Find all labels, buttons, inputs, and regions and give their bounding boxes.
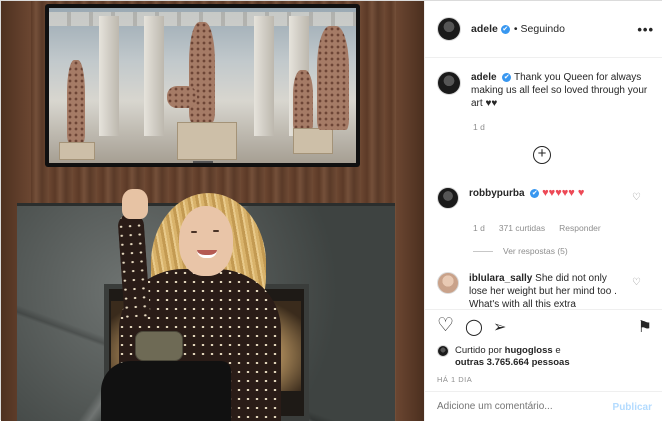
more-options-icon[interactable]: ••• — [637, 22, 654, 37]
commenter-avatar[interactable] — [437, 272, 459, 294]
comment-like-icon[interactable]: ♡ — [632, 277, 641, 288]
pillar — [99, 16, 119, 136]
comment-username[interactable]: robbypurba — [469, 188, 525, 199]
legs — [101, 361, 231, 421]
dancer-figure — [189, 22, 215, 122]
comment-body: iblulara_sally She did not only lose her… — [469, 272, 619, 311]
comment-item: robbypurba ✔ ♥♥♥♥♥ ♥ — [437, 187, 637, 209]
plinth — [177, 122, 237, 160]
plinth — [293, 128, 333, 154]
instagram-post-window: adele ✔ • Seguindo ••• adele ✔ Thank you… — [0, 0, 662, 421]
liked-by-prefix: Curtido por — [455, 345, 502, 356]
post-header: adele ✔ • Seguindo ••• — [425, 1, 662, 58]
caption: adele ✔ Thank you Queen for always makin… — [437, 71, 657, 110]
comment-input[interactable] — [437, 401, 597, 412]
post-timestamp[interactable]: HÁ 1 DIA — [437, 375, 472, 384]
liked-by-conj: e — [555, 345, 561, 356]
dancer-figure — [167, 86, 197, 108]
waving-hand — [122, 189, 148, 219]
action-bar: ♡ ◯ ➢ ⚑ — [425, 309, 662, 345]
separator-dot: • — [513, 23, 518, 35]
like-heart-icon[interactable]: ♡ — [437, 316, 454, 335]
author-username[interactable]: adele — [471, 23, 498, 35]
tv-brand-logo — [192, 161, 213, 163]
save-bookmark-icon[interactable]: ⚑ — [638, 320, 652, 336]
tv-screen — [49, 8, 356, 163]
comment-meta: 1 d 371 curtidas Responder — [473, 223, 601, 233]
replies-dash — [473, 250, 493, 252]
verified-badge-icon: ✔ — [530, 189, 540, 198]
plinth — [59, 142, 95, 160]
liked-by: Curtido por hugogloss e outras 3.765.664… — [437, 345, 570, 369]
pillar — [254, 16, 274, 136]
pillar — [144, 16, 164, 136]
television — [45, 4, 360, 167]
comment-bubble-icon[interactable]: ◯ — [465, 320, 483, 336]
caption-avatar[interactable] — [437, 71, 461, 95]
verified-badge-icon: ✔ — [502, 73, 512, 82]
view-replies[interactable]: Ver respostas (5) — [473, 246, 568, 256]
comment-likes[interactable]: 371 curtidas — [499, 223, 545, 233]
comment-text: ♥♥♥♥♥ ♥ — [542, 187, 585, 199]
verified-badge-icon: ✔ — [500, 24, 510, 34]
caption-username[interactable]: adele — [471, 72, 497, 83]
share-direct-icon[interactable]: ➢ — [493, 320, 506, 336]
comment-item: iblulara_sally She did not only lose her… — [437, 272, 637, 311]
following-button[interactable]: Seguindo — [521, 23, 565, 35]
face — [179, 206, 233, 276]
dancer-figure — [317, 26, 349, 130]
post-sidebar: adele ✔ • Seguindo ••• adele ✔ Thank you… — [424, 1, 662, 421]
wood-edge-right — [396, 1, 424, 421]
post-photo[interactable] — [1, 1, 424, 421]
caption-time[interactable]: 1 d — [473, 122, 485, 132]
load-more-comments-icon[interactable]: + — [533, 146, 551, 164]
liked-by-text: Curtido por hugogloss e outras 3.765.664… — [455, 345, 570, 369]
add-comment-bar: Publicar — [425, 391, 662, 421]
handbag — [135, 331, 183, 361]
liked-by-user[interactable]: hugogloss — [505, 345, 553, 356]
reply-button[interactable]: Responder — [559, 223, 601, 233]
author-avatar[interactable] — [437, 17, 461, 41]
view-replies-label[interactable]: Ver respostas (5) — [503, 246, 568, 256]
comment-username[interactable]: iblulara_sally — [469, 273, 532, 284]
caption-text: Thank you Queen for always making us all… — [471, 72, 648, 109]
dancer-figure — [67, 60, 85, 142]
eye — [191, 231, 197, 233]
liked-by-others[interactable]: outras 3.765.664 pessoas — [455, 357, 570, 368]
publish-button[interactable]: Publicar — [613, 402, 652, 413]
eye — [213, 230, 219, 232]
commenter-avatar[interactable] — [437, 187, 459, 209]
caption-body: adele ✔ Thank you Queen for always makin… — [471, 71, 657, 110]
dancer-figure — [293, 70, 313, 130]
comment-like-icon[interactable]: ♡ — [632, 192, 641, 203]
liker-avatar[interactable] — [437, 345, 449, 357]
comment-body: robbypurba ✔ ♥♥♥♥♥ ♥ — [469, 187, 619, 209]
comment-time[interactable]: 1 d — [473, 223, 485, 233]
